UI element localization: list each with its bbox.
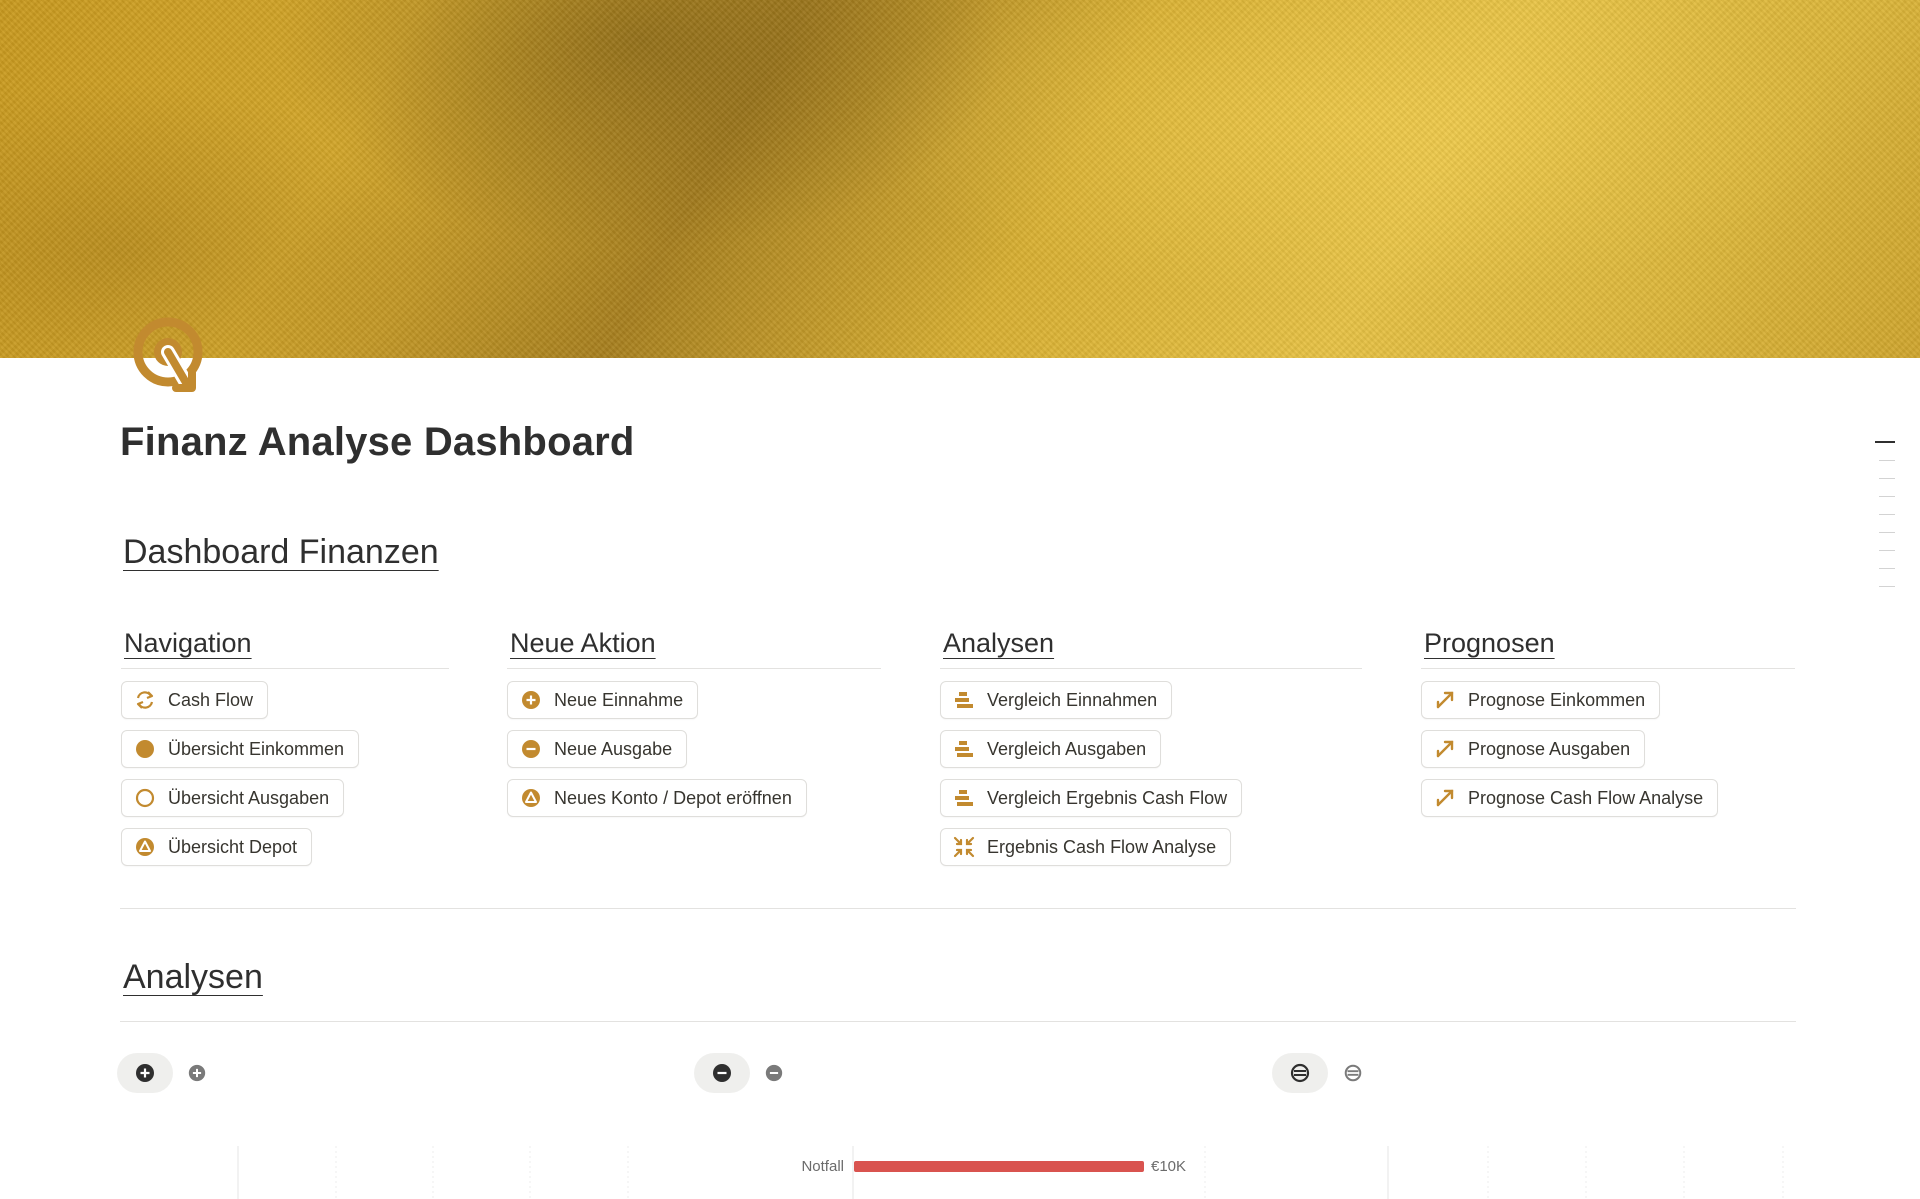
chart-bar[interactable]	[854, 1161, 1144, 1172]
stacked-bars-icon	[953, 738, 975, 760]
chart-value-label: €10K	[1151, 1158, 1186, 1175]
column-divider	[1421, 668, 1795, 669]
equal-circle-icon[interactable]	[1272, 1053, 1328, 1093]
column-divider	[507, 668, 881, 669]
toc-item[interactable]	[1879, 460, 1895, 461]
page-title: Finanz Analyse Dashboard	[120, 420, 635, 464]
vergleich-einnahmen-button[interactable]: Vergleich Einnahmen	[940, 681, 1173, 719]
button-label: Vergleich Einnahmen	[987, 689, 1158, 710]
toc-item[interactable]	[1879, 568, 1895, 569]
triangle-circle-icon	[520, 787, 542, 809]
prognose-cash-flow-analyse-button[interactable]: Prognose Cash Flow Analyse	[1421, 779, 1719, 817]
refresh-arrows-icon	[134, 689, 156, 711]
button-label: Übersicht Ausgaben	[168, 787, 330, 808]
prognose-ausgaben-button[interactable]: Prognose Ausgaben	[1421, 730, 1646, 768]
diagonal-arrow-icon	[1434, 738, 1456, 760]
minus-circle-icon	[520, 738, 542, 760]
section-divider	[120, 908, 1796, 909]
dashboard-heading: Dashboard Finanzen	[123, 533, 439, 571]
button-label: Neue Ausgabe	[554, 738, 673, 759]
prognosen-column: Prognosen Prognose Einkommen Prognose Au…	[1421, 628, 1795, 828]
toc-item[interactable]	[1879, 496, 1895, 497]
button-label: Vergleich Ergebnis Cash Flow	[987, 787, 1228, 808]
button-label: Vergleich Ausgaben	[987, 738, 1147, 759]
analysen-chart: Notfall €10K	[237, 1146, 1784, 1199]
navigation-column: Navigation Cash Flow Übersicht Einkommen…	[121, 628, 449, 877]
toc-item[interactable]	[1879, 586, 1895, 587]
button-label: Neue Einnahme	[554, 689, 684, 710]
vergleich-ergebnis-cash-flow-button[interactable]: Vergleich Ergebnis Cash Flow	[940, 779, 1243, 817]
plus-circle-icon	[520, 689, 542, 711]
toc-item[interactable]	[1879, 532, 1895, 533]
button-label: Neues Konto / Depot eröffnen	[554, 787, 792, 808]
button-label: Prognose Einkommen	[1468, 689, 1646, 710]
chart-category-label: Notfall	[801, 1158, 844, 1175]
table-of-contents[interactable]	[1875, 441, 1895, 604]
column-heading: Analysen	[943, 628, 1055, 658]
toc-item-active[interactable]	[1875, 441, 1895, 443]
toc-item[interactable]	[1879, 478, 1895, 479]
cash-flow-button[interactable]: Cash Flow	[121, 681, 269, 719]
chart-gridlines	[1387, 1146, 1784, 1199]
button-label: Übersicht Depot	[168, 836, 298, 857]
stacked-bars-icon	[953, 787, 975, 809]
ergebnis-cash-flow-analyse-button[interactable]: Ergebnis Cash Flow Analyse	[940, 828, 1232, 866]
chart-gridlines	[237, 1146, 629, 1199]
button-label: Cash Flow	[168, 689, 254, 710]
analysen-column: Analysen Vergleich Einnahmen Vergleich A…	[940, 628, 1362, 877]
heading-divider	[120, 1021, 1796, 1022]
column-divider	[940, 668, 1362, 669]
neue-aktion-column: Neue Aktion Neue Einnahme Neue Ausgabe N…	[507, 628, 881, 828]
hollow-circle-icon	[134, 787, 156, 809]
plus-circle-icon[interactable]	[186, 1062, 208, 1084]
triangle-circle-icon	[134, 836, 156, 858]
neue-ausgabe-button[interactable]: Neue Ausgabe	[507, 730, 688, 768]
vergleich-ausgaben-button[interactable]: Vergleich Ausgaben	[940, 730, 1162, 768]
filled-circle-icon	[134, 738, 156, 760]
button-label: Übersicht Einkommen	[168, 738, 345, 759]
arrows-in-icon	[953, 836, 975, 858]
plus-circle-icon[interactable]	[117, 1053, 173, 1093]
button-label: Prognose Cash Flow Analyse	[1468, 787, 1704, 808]
neue-einnahme-button[interactable]: Neue Einnahme	[507, 681, 699, 719]
column-heading: Neue Aktion	[510, 628, 656, 658]
column-heading: Navigation	[124, 628, 252, 658]
toc-item[interactable]	[1879, 550, 1895, 551]
cover-image	[0, 0, 1920, 358]
target-arrow-icon	[130, 310, 214, 404]
analysen-heading: Analysen	[123, 958, 263, 996]
minus-circle-icon[interactable]	[763, 1062, 785, 1084]
prognose-einkommen-button[interactable]: Prognose Einkommen	[1421, 681, 1661, 719]
uebersicht-ausgaben-button[interactable]: Übersicht Ausgaben	[121, 779, 345, 817]
uebersicht-depot-button[interactable]: Übersicht Depot	[121, 828, 313, 866]
diagonal-arrow-icon	[1434, 787, 1456, 809]
toc-item[interactable]	[1879, 514, 1895, 515]
minus-circle-icon[interactable]	[694, 1053, 750, 1093]
stacked-bars-icon	[953, 689, 975, 711]
column-heading: Prognosen	[1424, 628, 1555, 658]
equal-circle-icon[interactable]	[1342, 1062, 1364, 1084]
neues-konto-depot-button[interactable]: Neues Konto / Depot eröffnen	[507, 779, 807, 817]
diagonal-arrow-icon	[1434, 689, 1456, 711]
column-divider	[121, 668, 449, 669]
button-label: Prognose Ausgaben	[1468, 738, 1631, 759]
uebersicht-einkommen-button[interactable]: Übersicht Einkommen	[121, 730, 360, 768]
button-label: Ergebnis Cash Flow Analyse	[987, 836, 1217, 857]
